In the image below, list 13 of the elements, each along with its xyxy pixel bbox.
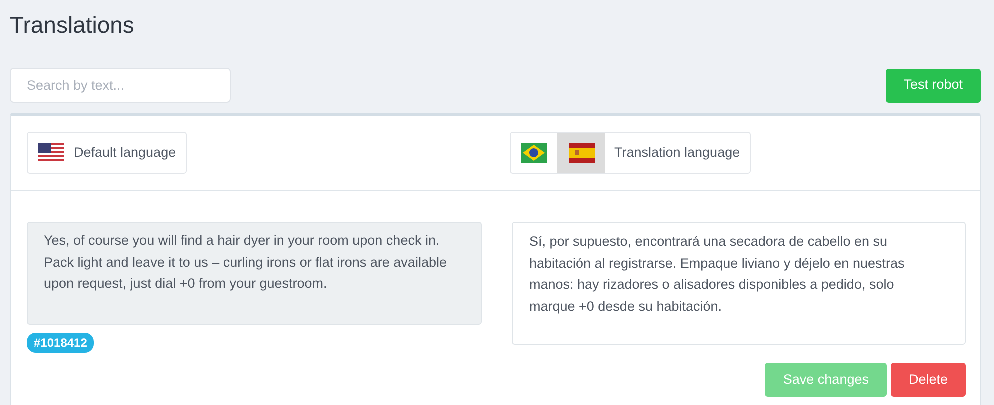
search-field[interactable]: Search by text...	[10, 68, 231, 103]
source-text: Yes, of course you will find a hair dyer in your room upon check in. Pack light and leave it to us – curling irons or flat irons are available upon request, just dial +0 from your guestroom.	[27, 222, 482, 325]
id-badge: #1018412	[27, 333, 94, 353]
test-robot-button[interactable]: Test robot	[886, 68, 981, 102]
delete-button[interactable]: Delete	[890, 363, 966, 398]
us-flag-icon	[38, 143, 64, 163]
translation-field[interactable]: Sí, por supuesto, encontrará una secadora de cabello en su habitación al registrarse. Empaque liviano y déjelo en nuestras manos: hay rizadores o alisadores disponibles a pedido, solo marque +0 desde su habitación.	[512, 222, 966, 345]
translation-language-label: Translation language	[614, 144, 742, 162]
language-option[interactable]	[556, 133, 604, 173]
brazil-flag-icon	[520, 143, 546, 163]
page-title: Translations	[10, 11, 136, 40]
default-language-selector[interactable]: Default language	[27, 132, 188, 174]
spain-flag-icon	[568, 143, 594, 163]
